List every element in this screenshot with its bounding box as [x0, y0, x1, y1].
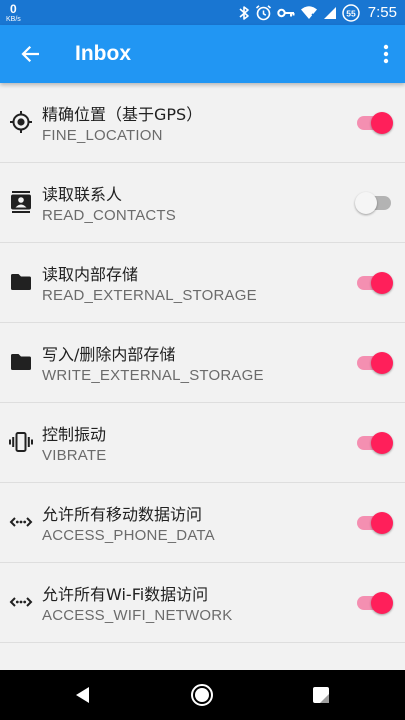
toggle-thumb: [355, 192, 377, 214]
permission-name: 读取联系人: [42, 185, 123, 204]
permission-toggle-read-external-storage[interactable]: [357, 272, 393, 294]
permission-row-fine-location[interactable]: 精确位置（基于GPS） FINE_LOCATION: [0, 83, 405, 163]
permission-name: 控制振动: [42, 425, 107, 444]
network-speed: 0 KB/s: [6, 3, 21, 23]
toggle-thumb: [371, 272, 393, 294]
permission-row-partial[interactable]: [0, 643, 405, 670]
permission-row-write-external-storage[interactable]: 写入/删除内部存储 WRITE_EXTERNAL_STORAGE: [0, 323, 405, 403]
permission-row-access-wifi-network[interactable]: 允许所有Wi-Fi数据访问 ACCESS_WIFI_NETWORK: [0, 563, 405, 643]
toggle-thumb: [371, 592, 393, 614]
permission-toggle-vibrate[interactable]: [357, 432, 393, 454]
permission-name: 允许所有Wi-Fi数据访问: [42, 585, 209, 604]
page-title: Inbox: [75, 42, 131, 65]
status-icons: 55 7:55: [238, 3, 397, 22]
contacts-icon: [9, 190, 33, 214]
permission-code: FINE_LOCATION: [42, 127, 163, 144]
nav-recents-icon: [313, 687, 329, 703]
alarm-icon: [255, 4, 272, 21]
permission-toggle-access-wifi-network[interactable]: [357, 592, 393, 614]
nav-recents-button[interactable]: [309, 683, 333, 707]
permission-code: READ_EXTERNAL_STORAGE: [42, 287, 257, 304]
arrow-back-icon: [21, 45, 39, 63]
folder-icon: [9, 270, 33, 294]
permission-code: READ_CONTACTS: [42, 207, 177, 224]
permission-toggle-write-external-storage[interactable]: [357, 352, 393, 374]
overflow-menu-button[interactable]: [381, 42, 391, 66]
permission-code: ACCESS_PHONE_DATA: [42, 527, 215, 544]
nav-back-icon: [76, 687, 89, 703]
permission-list[interactable]: 精确位置（基于GPS） FINE_LOCATION 读取联系人 READ_CON…: [0, 83, 405, 670]
permission-toggle-read-contacts[interactable]: [355, 192, 391, 214]
toggle-thumb: [371, 352, 393, 374]
permission-code: VIBRATE: [42, 447, 107, 464]
permission-toggle-fine-location[interactable]: [357, 112, 393, 134]
permission-code: WRITE_EXTERNAL_STORAGE: [42, 367, 264, 384]
toggle-thumb: [371, 512, 393, 534]
permission-code: ACCESS_WIFI_NETWORK: [42, 607, 233, 624]
back-button[interactable]: [18, 42, 42, 66]
data-access-icon: [9, 590, 33, 614]
wifi-icon: [300, 5, 318, 20]
permission-row-vibrate[interactable]: 控制振动 VIBRATE: [0, 403, 405, 483]
permission-row-access-phone-data[interactable]: 允许所有移动数据访问 ACCESS_PHONE_DATA: [0, 483, 405, 563]
permission-name: 写入/删除内部存储: [42, 345, 176, 364]
more-vert-icon: [383, 44, 389, 64]
folder-icon: [9, 350, 33, 374]
permission-name: 允许所有移动数据访问: [42, 505, 203, 524]
network-speed-value: 0: [10, 1, 17, 16]
network-speed-unit: KB/s: [6, 15, 21, 23]
nav-home-button[interactable]: [190, 683, 214, 707]
bluetooth-icon: [238, 5, 250, 21]
battery-level: 55: [346, 8, 356, 18]
permission-toggle-access-phone-data[interactable]: [357, 512, 393, 534]
battery-icon: 55: [342, 3, 360, 22]
vibration-icon: [9, 430, 33, 454]
gps-icon: [9, 110, 33, 134]
toggle-thumb: [371, 432, 393, 454]
data-access-icon: [9, 510, 33, 534]
navigation-bar: [0, 670, 405, 720]
status-clock: 7:55: [367, 4, 397, 21]
permission-name: 读取内部存储: [42, 265, 139, 284]
toggle-thumb: [371, 112, 393, 134]
nav-home-icon: [191, 684, 213, 706]
permission-name: 精确位置（基于GPS）: [42, 105, 203, 124]
signal-icon: [323, 6, 337, 20]
permission-row-read-contacts[interactable]: 读取联系人 READ_CONTACTS: [0, 163, 405, 243]
nav-back-button[interactable]: [71, 683, 95, 707]
key-icon: [277, 7, 295, 19]
permission-row-read-external-storage[interactable]: 读取内部存储 READ_EXTERNAL_STORAGE: [0, 243, 405, 323]
status-bar: 0 KB/s 55 7:55: [0, 0, 405, 25]
app-bar: Inbox: [0, 25, 405, 83]
